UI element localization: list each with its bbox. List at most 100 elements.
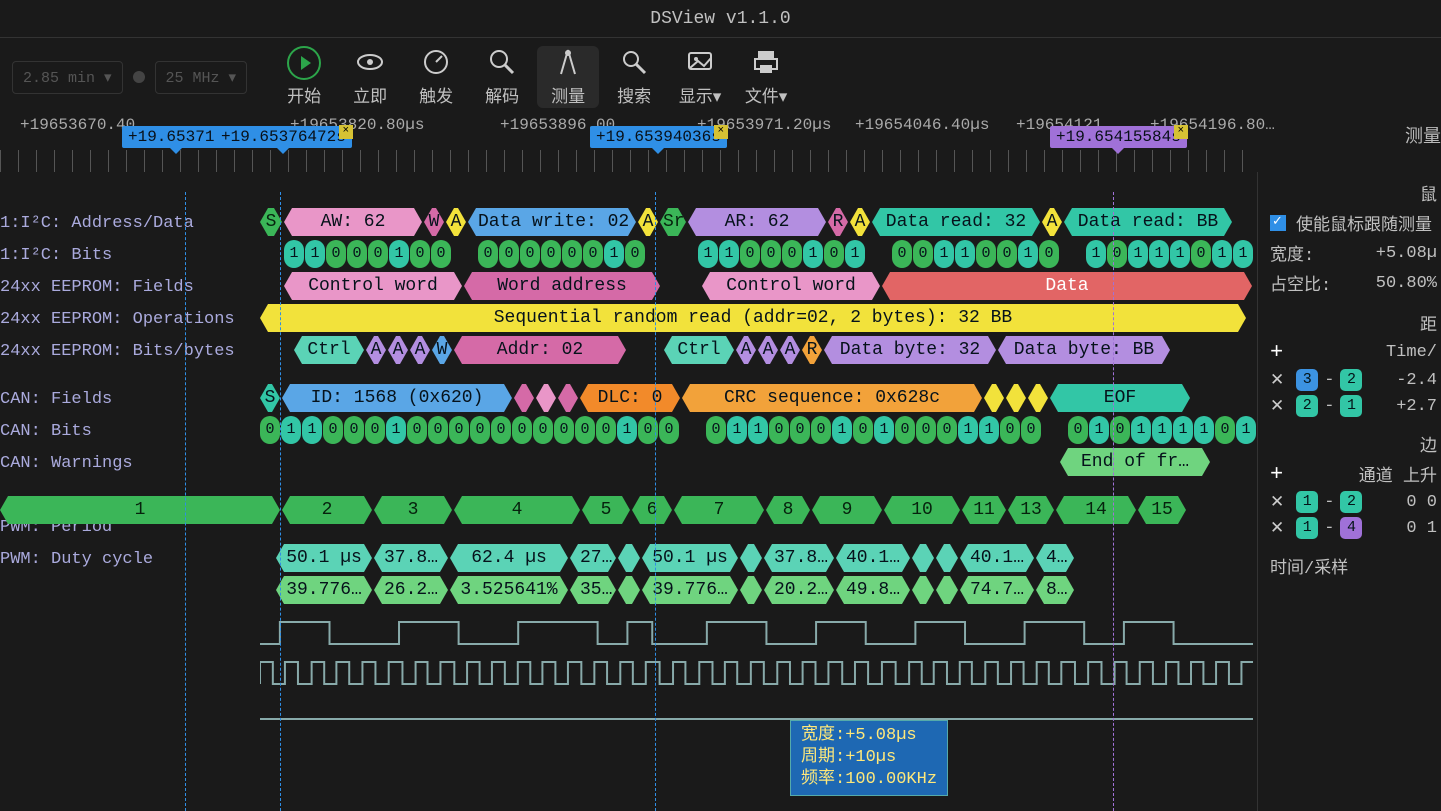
decode-segment[interactable]: A: [850, 208, 870, 236]
decode-segment[interactable]: Control word: [702, 272, 880, 300]
decode-segment[interactable]: 13: [1008, 496, 1054, 524]
decode-segment[interactable]: [1028, 384, 1048, 412]
cursor-line[interactable]: [185, 192, 186, 811]
trace-row[interactable]: Control wordWord addressControl wordData: [260, 272, 1257, 304]
samplerate-dropdown[interactable]: 25 MHz ▾: [155, 61, 248, 94]
decode-segment[interactable]: ID: 1568 (0x620): [282, 384, 512, 412]
decode-segment[interactable]: [936, 576, 958, 604]
trigger-button[interactable]: 触发: [405, 46, 467, 108]
decode-segment[interactable]: EOF: [1050, 384, 1190, 412]
decode-segment[interactable]: 7: [674, 496, 764, 524]
time-cursor-flag[interactable]: +19.65394036s×: [590, 126, 727, 148]
decode-segment[interactable]: A: [1042, 208, 1062, 236]
decode-segment[interactable]: 3.525641%: [450, 576, 568, 604]
decode-segment[interactable]: 8: [766, 496, 810, 524]
decode-segment[interactable]: End of fr…: [1060, 448, 1210, 476]
decode-segment[interactable]: A: [388, 336, 408, 364]
decode-segment[interactable]: 4…: [1036, 544, 1074, 572]
decode-segment[interactable]: AR: 62: [688, 208, 826, 236]
decode-segment[interactable]: S: [260, 208, 282, 236]
decode-segment[interactable]: Ctrl: [294, 336, 364, 364]
del-d2[interactable]: [1270, 396, 1290, 417]
decode-button[interactable]: 解码: [471, 46, 533, 108]
decode-segment[interactable]: [912, 576, 934, 604]
trace-row[interactable]: SID: 1568 (0x620)DLC: 0CRC sequence: 0x6…: [260, 384, 1257, 416]
trace-row[interactable]: 1234567891011131415: [0, 496, 1257, 528]
decode-segment[interactable]: 40.1…: [836, 544, 910, 572]
decode-segment[interactable]: A: [366, 336, 386, 364]
instant-button[interactable]: 立即: [339, 46, 401, 108]
decode-segment[interactable]: DLC: 0: [580, 384, 680, 412]
close-icon[interactable]: ×: [714, 125, 728, 139]
decode-segment[interactable]: A: [780, 336, 800, 364]
decode-segment[interactable]: 1: [0, 496, 280, 524]
decode-segment[interactable]: 37.8…: [764, 544, 834, 572]
decode-segment[interactable]: [618, 544, 640, 572]
decode-segment[interactable]: 39.776…: [642, 576, 738, 604]
decode-segment[interactable]: 8…: [1036, 576, 1074, 604]
decode-segment[interactable]: R: [802, 336, 822, 364]
decode-segment[interactable]: 6: [632, 496, 672, 524]
decode-segment[interactable]: Data byte: 32: [824, 336, 996, 364]
cursor-line[interactable]: [280, 192, 281, 811]
decode-segment[interactable]: 37.8…: [374, 544, 448, 572]
close-icon[interactable]: ×: [339, 125, 353, 139]
decode-segment[interactable]: 39.776…: [276, 576, 372, 604]
trace-row[interactable]: 1100010000000010110001010011001010111011: [260, 240, 1257, 272]
decode-segment[interactable]: [984, 384, 1004, 412]
decode-segment[interactable]: Data write: 02: [468, 208, 636, 236]
decode-segment[interactable]: [936, 544, 958, 572]
decode-segment[interactable]: 49.8…: [836, 576, 910, 604]
trace-row[interactable]: 39.776…26.2…3.525641%35…39.776…20.2…49.8…: [260, 576, 1257, 608]
del-e1[interactable]: [1270, 492, 1290, 513]
trace-row[interactable]: 0110001000000000010001100010100011000101…: [260, 416, 1257, 448]
decode-segment[interactable]: 35…: [570, 576, 616, 604]
decode-segment[interactable]: 15: [1138, 496, 1186, 524]
decode-segment[interactable]: 11: [962, 496, 1006, 524]
cursor-line[interactable]: [1113, 192, 1114, 811]
waveform-area[interactable]: [260, 614, 1253, 744]
trace-row[interactable]: 50.1 µs37.8…62.4 µs27…50.1 µs37.8…40.1…4…: [260, 544, 1257, 576]
decode-segment[interactable]: 74.7…: [960, 576, 1034, 604]
decode-segment[interactable]: Ctrl: [664, 336, 734, 364]
follow-checkbox[interactable]: [1270, 215, 1286, 231]
decode-segment[interactable]: W: [424, 208, 444, 236]
decode-segment[interactable]: 26.2…: [374, 576, 448, 604]
decode-segment[interactable]: Sr: [660, 208, 686, 236]
add-distance[interactable]: [1270, 340, 1291, 365]
decode-segment[interactable]: [740, 576, 762, 604]
decode-segment[interactable]: A: [758, 336, 778, 364]
start-button[interactable]: 开始: [273, 46, 335, 108]
decode-segment[interactable]: 50.1 µs: [276, 544, 372, 572]
decode-segment[interactable]: AW: 62: [284, 208, 422, 236]
decode-segment[interactable]: A: [410, 336, 430, 364]
decode-segment[interactable]: 40.1…: [960, 544, 1034, 572]
close-icon[interactable]: ×: [1174, 125, 1188, 139]
del-e2[interactable]: [1270, 518, 1290, 539]
time-cursor-flag[interactable]: +19.65371…: [122, 126, 230, 148]
decode-segment[interactable]: 5: [582, 496, 630, 524]
trace-row[interactable]: End of fr…: [260, 448, 1257, 480]
measure-button[interactable]: 测量: [537, 46, 599, 108]
trace-row[interactable]: CtrlAAAWAddr: 02CtrlAAARData byte: 32Dat…: [260, 336, 1257, 368]
add-edge[interactable]: [1270, 462, 1291, 487]
decode-segment[interactable]: 10: [884, 496, 960, 524]
file-dropdown[interactable]: 文件▾: [735, 46, 797, 108]
decode-segment[interactable]: 50.1 µs: [642, 544, 738, 572]
decode-segment[interactable]: A: [446, 208, 466, 236]
decode-segment[interactable]: S: [260, 384, 280, 412]
decode-segment[interactable]: Addr: 02: [454, 336, 626, 364]
search-button[interactable]: 搜索: [603, 46, 665, 108]
timebase-dropdown[interactable]: 2.85 min ▾: [12, 61, 123, 94]
decode-segment[interactable]: 9: [812, 496, 882, 524]
decode-segment[interactable]: 20.2…: [764, 576, 834, 604]
decode-segment[interactable]: [514, 384, 534, 412]
decode-segment[interactable]: Control word: [284, 272, 462, 300]
decode-segment[interactable]: [618, 576, 640, 604]
decode-segment[interactable]: Data: [882, 272, 1252, 300]
decode-segment[interactable]: Sequential random read (addr=02, 2 bytes…: [260, 304, 1246, 332]
time-cursor-flag[interactable]: +19.65415584s×: [1050, 126, 1187, 148]
decode-segment[interactable]: Data read: 32: [872, 208, 1040, 236]
cursor-line[interactable]: [655, 192, 656, 811]
trace-row[interactable]: Sequential random read (addr=02, 2 bytes…: [260, 304, 1257, 336]
